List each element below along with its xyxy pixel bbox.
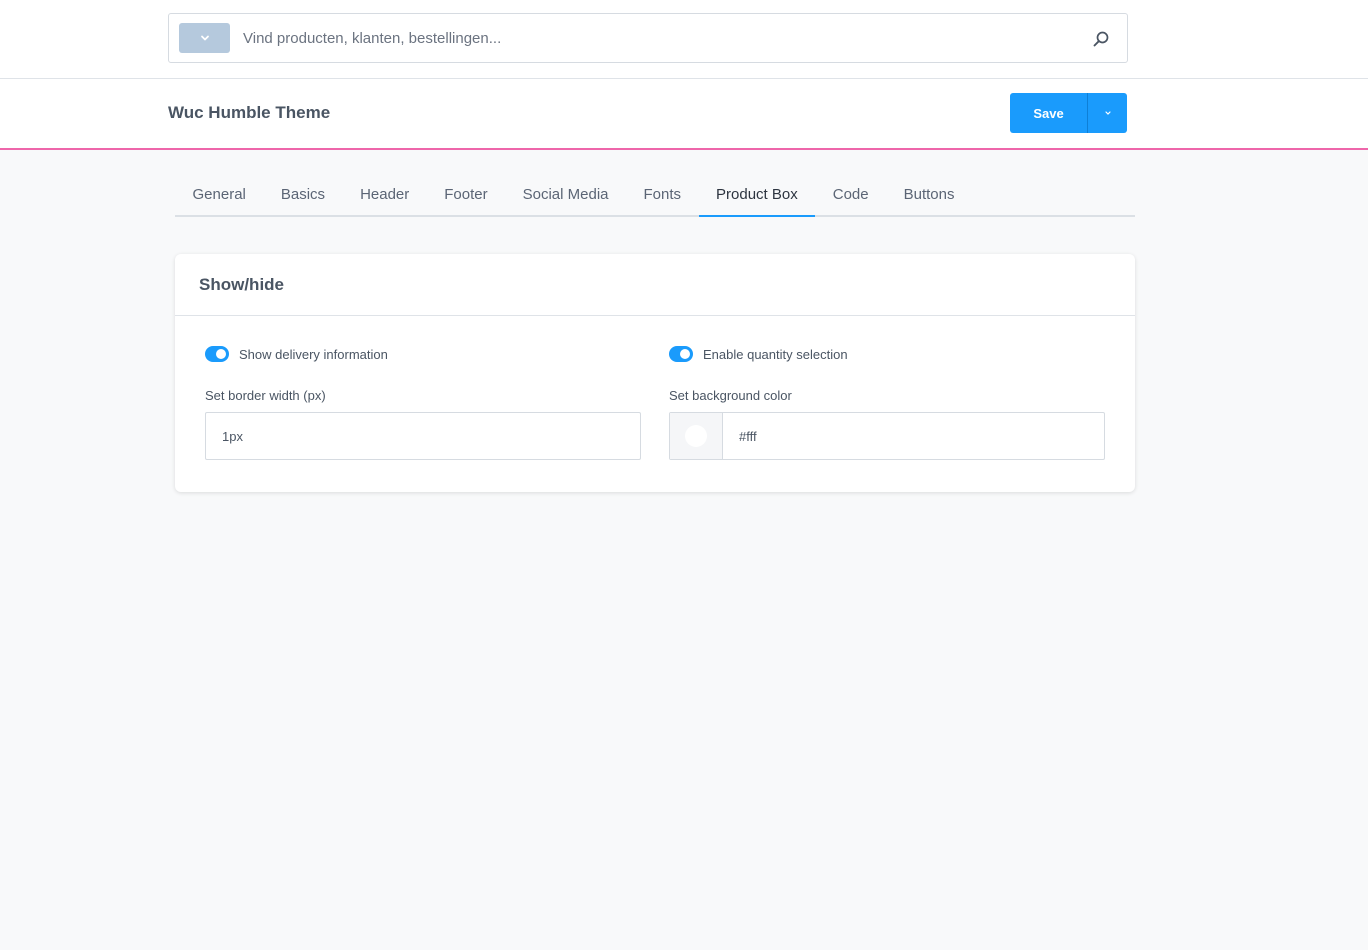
background-color-label: Set background color	[669, 388, 792, 403]
quantity-selection-label: Enable quantity selection	[703, 346, 848, 362]
tab-basics[interactable]: Basics	[263, 176, 342, 217]
toggle-knob	[680, 349, 690, 359]
tab-footer[interactable]: Footer	[427, 176, 505, 217]
tab-general[interactable]: General	[175, 176, 263, 217]
delivery-info-row: Show delivery information	[205, 344, 641, 364]
background-color-input[interactable]	[723, 413, 1104, 459]
border-width-label: Set border width (px)	[205, 388, 326, 403]
settings-tabs: General Basics Header Footer Social Medi…	[175, 176, 1135, 217]
chevron-down-icon	[1104, 111, 1111, 115]
card-header: Show/hide	[175, 254, 1135, 316]
top-bar	[0, 0, 1368, 79]
search-scope-dropdown[interactable]	[179, 23, 230, 53]
search-box	[168, 13, 1128, 63]
tab-header[interactable]: Header	[343, 176, 427, 217]
tab-buttons[interactable]: Buttons	[886, 176, 972, 217]
quantity-selection-row: Enable quantity selection	[669, 344, 1105, 364]
search-button[interactable]	[1089, 27, 1113, 51]
tab-code[interactable]: Code	[815, 176, 886, 217]
save-button[interactable]: Save	[1010, 93, 1087, 133]
delivery-info-label: Show delivery information	[239, 346, 388, 362]
page-title: Wuc Humble Theme	[168, 103, 331, 122]
border-width-input[interactable]	[205, 412, 641, 460]
search-input[interactable]	[243, 24, 1073, 52]
quantity-selection-toggle[interactable]	[669, 346, 693, 362]
tab-social-media[interactable]: Social Media	[505, 176, 626, 217]
show-hide-card: Show/hide Show delivery information Set …	[175, 254, 1135, 492]
color-picker-button[interactable]	[670, 413, 723, 459]
page-header: Wuc Humble Theme Save	[0, 79, 1368, 150]
search-icon	[1093, 31, 1109, 47]
toggle-knob	[216, 349, 226, 359]
right-settings-column: Enable quantity selection Set background…	[669, 344, 1105, 460]
color-swatch	[685, 425, 707, 447]
background-color-field	[669, 412, 1105, 460]
delivery-info-toggle[interactable]	[205, 346, 229, 362]
chevron-down-icon	[200, 35, 209, 41]
save-options-dropdown[interactable]	[1087, 93, 1127, 133]
left-settings-column: Show delivery information Set border wid…	[205, 344, 641, 460]
tab-fonts[interactable]: Fonts	[626, 176, 699, 217]
save-button-group: Save	[1010, 93, 1127, 133]
card-title: Show/hide	[199, 275, 284, 294]
tab-product-box[interactable]: Product Box	[698, 176, 816, 217]
